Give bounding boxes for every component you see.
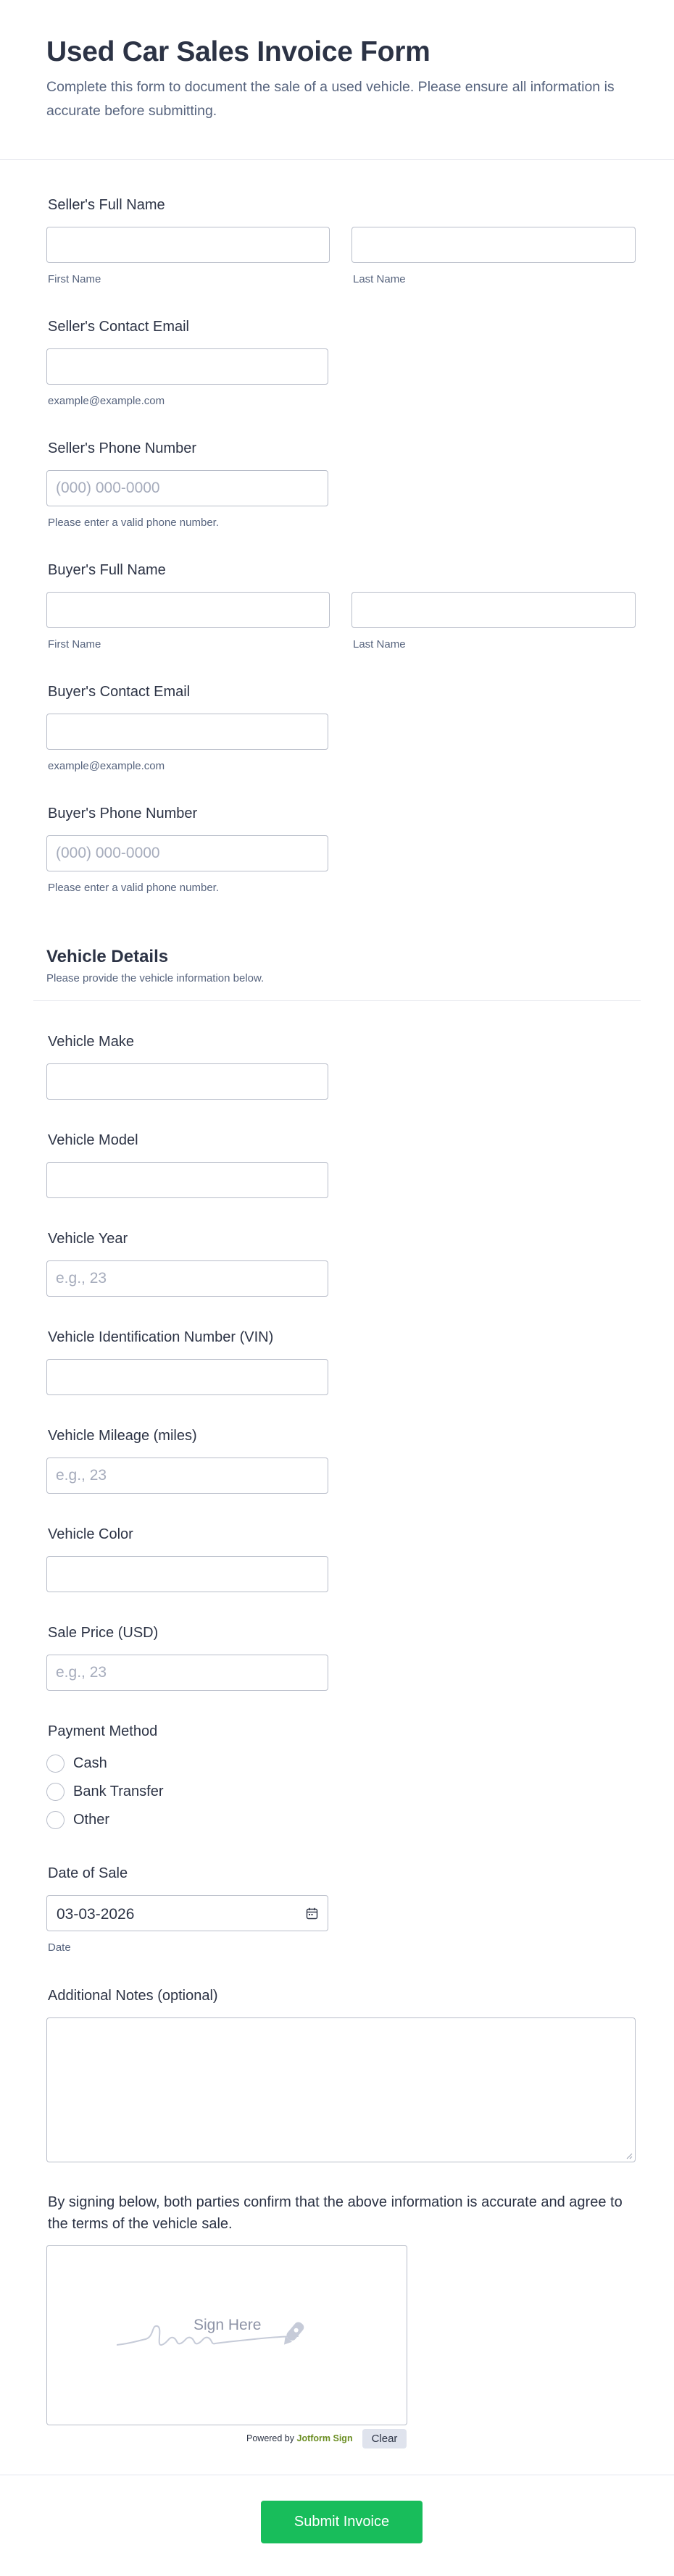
payment-option-other[interactable]: Other bbox=[46, 1810, 109, 1829]
seller-email-label: Seller's Contact Email bbox=[48, 319, 189, 335]
additional-notes-textarea[interactable] bbox=[46, 2017, 636, 2162]
seller-last-name-sublabel: Last Name bbox=[353, 273, 406, 285]
vehicle-make-input[interactable] bbox=[46, 1063, 328, 1100]
form-subtitle: Complete this form to document the sale … bbox=[46, 79, 615, 119]
vehicle-model-input[interactable] bbox=[46, 1162, 328, 1198]
vehicle-year-label: Vehicle Year bbox=[48, 1231, 128, 1247]
vehicle-section-title: Vehicle Details bbox=[46, 947, 169, 966]
vehicle-vin-input[interactable] bbox=[46, 1359, 328, 1395]
powered-by-text: Powered by Jotform Sign bbox=[246, 2433, 353, 2443]
vehicle-year-input[interactable] bbox=[46, 1260, 328, 1297]
vehicle-model-label: Vehicle Model bbox=[48, 1132, 138, 1148]
vehicle-section-subtitle: Please provide the vehicle information b… bbox=[46, 972, 265, 984]
seller-email-sublabel: example@example.com bbox=[48, 395, 165, 407]
payment-option-cash[interactable]: Cash bbox=[46, 1754, 107, 1773]
seller-name-label: Seller's Full Name bbox=[48, 197, 165, 213]
payment-method-label: Payment Method bbox=[48, 1723, 158, 1739]
buyer-email-sublabel: example@example.com bbox=[48, 760, 165, 772]
signature-placeholder: Sign Here bbox=[194, 2317, 262, 2333]
signature-label: By signing below, both parties confirm t… bbox=[48, 2194, 623, 2232]
vehicle-color-input[interactable] bbox=[46, 1556, 328, 1592]
buyer-first-name-sublabel: First Name bbox=[48, 638, 101, 651]
seller-phone-label: Seller's Phone Number bbox=[48, 440, 197, 456]
clear-signature-button[interactable]: Clear bbox=[362, 2429, 407, 2449]
seller-phone-sublabel: Please enter a valid phone number. bbox=[48, 517, 219, 529]
vehicle-mileage-input[interactable] bbox=[46, 1458, 328, 1494]
radio-button[interactable] bbox=[46, 1782, 65, 1801]
buyer-last-name-input[interactable] bbox=[351, 592, 636, 628]
section-divider bbox=[33, 1000, 641, 1001]
form-header: Used Car Sales Invoice Form Complete thi… bbox=[0, 0, 674, 160]
buyer-phone-input[interactable] bbox=[46, 835, 328, 871]
date-sublabel: Date bbox=[48, 1941, 71, 1954]
buyer-last-name-sublabel: Last Name bbox=[353, 638, 406, 651]
form-title: Used Car Sales Invoice Form bbox=[46, 36, 430, 67]
payment-option-label: Cash bbox=[73, 1755, 107, 1771]
buyer-first-name-input[interactable] bbox=[46, 592, 330, 628]
vehicle-make-label: Vehicle Make bbox=[48, 1034, 134, 1050]
radio-button[interactable] bbox=[46, 1810, 65, 1829]
calendar-icon[interactable] bbox=[306, 1907, 318, 1920]
buyer-name-label: Buyer's Full Name bbox=[48, 562, 166, 578]
seller-first-name-sublabel: First Name bbox=[48, 273, 101, 285]
payment-option-label: Bank Transfer bbox=[73, 1783, 164, 1799]
buyer-email-input[interactable] bbox=[46, 714, 328, 750]
seller-email-input[interactable] bbox=[46, 348, 328, 385]
date-of-sale-input[interactable]: 03-03-2026 bbox=[46, 1895, 328, 1931]
powered-prefix: Powered by bbox=[246, 2433, 295, 2443]
resize-handle-icon[interactable] bbox=[625, 2152, 633, 2159]
submit-invoice-button[interactable]: Submit Invoice bbox=[261, 2501, 423, 2543]
additional-notes-label: Additional Notes (optional) bbox=[48, 1988, 218, 2004]
date-value: 03-03-2026 bbox=[57, 1906, 135, 1923]
vehicle-mileage-label: Vehicle Mileage (miles) bbox=[48, 1428, 197, 1444]
sale-price-label: Sale Price (USD) bbox=[48, 1625, 159, 1641]
signature-pad[interactable]: Sign Here bbox=[46, 2245, 407, 2425]
payment-option-bank-transfer[interactable]: Bank Transfer bbox=[46, 1782, 164, 1801]
seller-phone-input[interactable] bbox=[46, 470, 328, 506]
payment-option-label: Other bbox=[73, 1811, 110, 1828]
date-of-sale-label: Date of Sale bbox=[48, 1865, 128, 1881]
buyer-email-label: Buyer's Contact Email bbox=[48, 684, 191, 700]
vehicle-color-label: Vehicle Color bbox=[48, 1526, 133, 1542]
sale-price-input[interactable] bbox=[46, 1655, 328, 1691]
seller-first-name-input[interactable] bbox=[46, 227, 330, 263]
powered-brand: Jotform Sign bbox=[296, 2433, 353, 2443]
buyer-phone-label: Buyer's Phone Number bbox=[48, 806, 198, 821]
radio-button[interactable] bbox=[46, 1754, 65, 1773]
vehicle-vin-label: Vehicle Identification Number (VIN) bbox=[48, 1329, 274, 1345]
seller-last-name-input[interactable] bbox=[351, 227, 636, 263]
buyer-phone-sublabel: Please enter a valid phone number. bbox=[48, 882, 219, 894]
